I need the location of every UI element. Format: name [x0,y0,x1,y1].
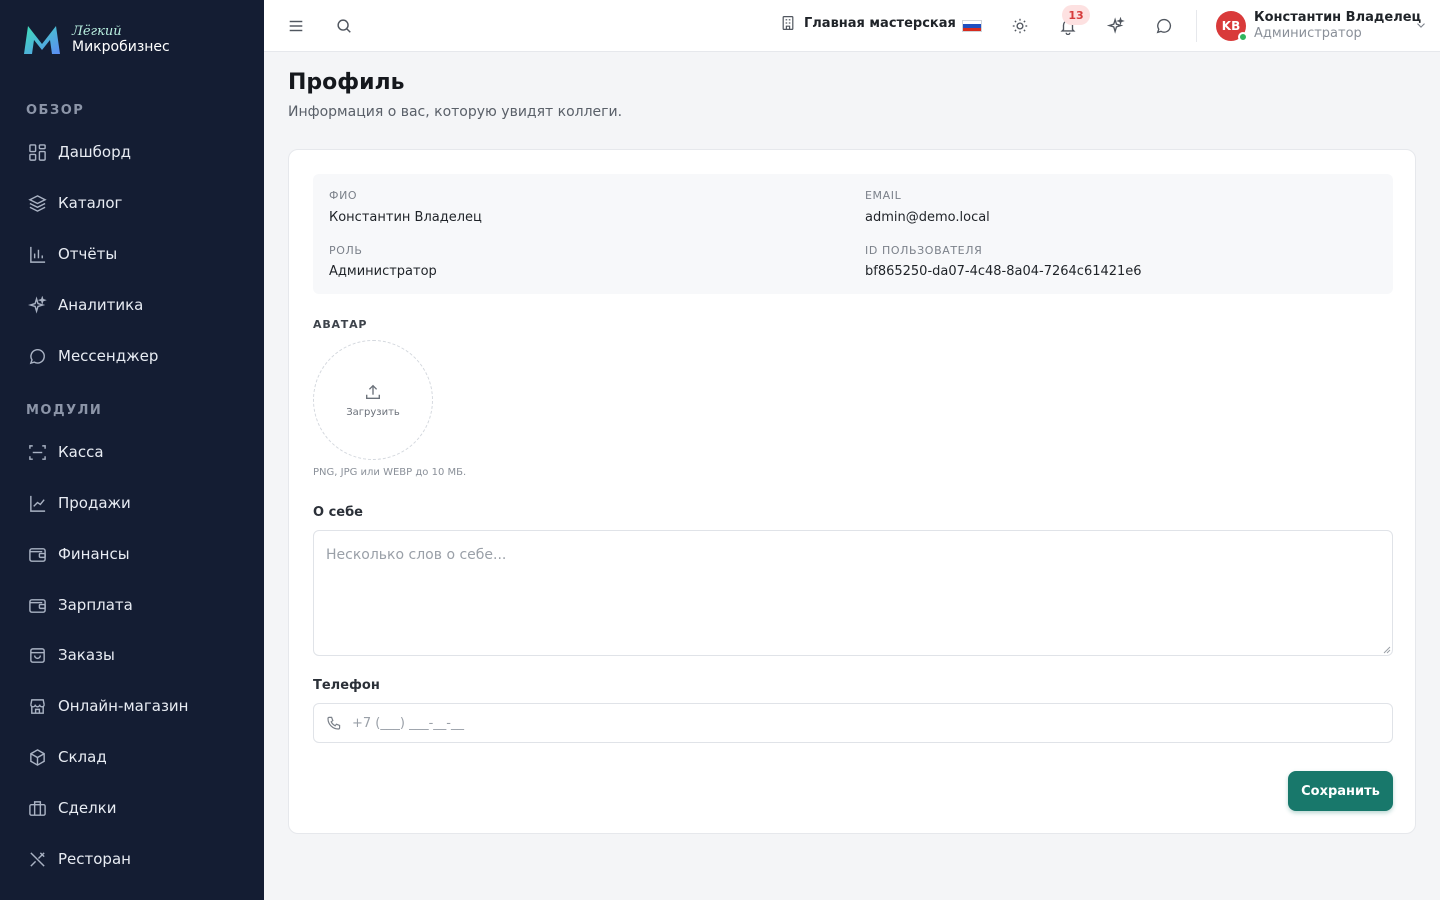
sidebar-item-label: Аналитика [58,296,144,314]
brand-logo[interactable]: Лёгкий Микробизнес [20,20,170,58]
bag-icon [26,644,48,666]
store-icon [26,695,48,717]
chat-icon [26,345,48,367]
sidebar-item-label: Продажи [58,494,131,512]
sidebar-item-salary[interactable]: Зарплата [26,587,246,623]
topbar-divider [1196,10,1197,42]
sidebar-item-orders[interactable]: Заказы [26,637,246,673]
full-name-value: Константин Владелец [329,210,482,225]
chevron-down-icon [1417,23,1425,28]
sidebar-item-label: Каталог [58,194,123,212]
sidebar-item-label: Заказы [58,646,115,664]
avatar: KB [1216,11,1248,42]
user-name: Константин Владелец [1254,10,1422,26]
catalog-icon [26,192,48,214]
sidebar-item-messenger[interactable]: Мессенджер [26,338,246,374]
sidebar-item-label: Сделки [58,799,117,817]
notification-count-badge: 13 [1062,5,1090,25]
profile-card: ФИО Константин Владелец EMAIL admin@demo… [288,149,1416,834]
logo-mark-icon [24,26,60,54]
topbar: Главная мастерская 13 KB Константин Влад… [264,0,1440,52]
page-title: Профиль [288,70,405,95]
trend-icon [26,492,48,514]
reports-icon [26,243,48,265]
dashboard-icon [26,141,48,163]
phone-icon [327,716,341,730]
sidebar-item-dashboard[interactable]: Дашборд [26,134,246,170]
chat-icon[interactable] [1152,14,1176,38]
sidebar-item-label: Дашборд [58,143,131,161]
section-label-overview: ОБЗОР [26,103,85,118]
box-icon [26,746,48,768]
sparkles-icon [26,294,48,316]
sidebar-item-reports[interactable]: Отчёты [26,236,246,272]
sidebar-item-restaurant[interactable]: Ресторан [26,841,246,877]
sidebar-item-cashier[interactable]: Касса [26,434,246,470]
avatar-initials: KB [1221,19,1241,33]
brand-tagline: Лёгкий [72,23,122,39]
profile-info-box: ФИО Константин Владелец EMAIL admin@demo… [313,174,1393,294]
sidebar-item-label: Ресторан [58,850,131,868]
section-label-modules: МОДУЛИ [26,403,103,418]
sidebar-item-analytics[interactable]: Аналитика [26,287,246,323]
phone-field [313,703,1393,743]
sidebar-item-label: Мессенджер [58,347,159,365]
sidebar-item-finance[interactable]: Финансы [26,536,246,572]
sidebar-item-label: Финансы [58,545,130,563]
sidebar-item-deals[interactable]: Сделки [26,790,246,826]
sidebar-item-label: Онлайн-магазин [58,697,189,715]
user-id-value: bf865250-da07-4c48-8a04-7264c61421e6 [865,264,1142,279]
briefcase-icon [26,797,48,819]
menu-icon[interactable] [284,14,308,38]
building-icon [782,16,794,30]
sidebar-item-label: Касса [58,443,104,461]
sidebar-item-sales[interactable]: Продажи [26,485,246,521]
theme-sun-icon[interactable] [1008,14,1032,38]
workshop-name: Главная мастерская [804,15,956,31]
sparkles-icon[interactable] [1104,14,1128,38]
avatar-upload-button[interactable]: Загрузить [313,340,433,460]
online-status-dot [1238,32,1248,42]
wallet-icon [26,594,48,616]
upload-hint: PNG, JPG или WEBP до 10 МБ. [313,467,467,478]
language-flag-ru[interactable] [962,20,982,32]
wallet-icon [26,543,48,565]
phone-input[interactable] [352,704,1382,742]
user-menu[interactable]: KB Константин Владелец Администратор [1216,9,1428,43]
about-label: О себе [313,505,363,520]
sidebar-item-warehouse[interactable]: Склад [26,739,246,775]
sidebar: Лёгкий Микробизнес ОБЗОР Дашборд Каталог… [0,0,264,900]
save-button[interactable]: Сохранить [1288,771,1393,811]
utensils-icon [26,848,48,870]
workshop-selector[interactable]: Главная мастерская [780,15,956,31]
user-role: Администратор [1254,26,1362,41]
email-label: EMAIL [865,189,902,202]
scan-icon [26,441,48,463]
role-value: Администратор [329,264,437,279]
search-icon[interactable] [332,14,356,38]
role-label: РОЛЬ [329,244,363,257]
sidebar-item-catalog[interactable]: Каталог [26,185,246,221]
sidebar-item-label: Отчёты [58,245,118,263]
full-name-label: ФИО [329,189,358,202]
page-subtitle: Информация о вас, которую увидят коллеги… [288,104,623,120]
user-id-label: ID ПОЛЬЗОВАТЕЛЯ [865,244,983,257]
upload-icon [366,384,380,399]
about-textarea[interactable] [313,530,1393,656]
sidebar-item-label: Зарплата [58,596,133,614]
brand-name: Микробизнес [72,38,170,55]
sidebar-item-label: Склад [58,748,107,766]
resize-handle-icon[interactable] [1383,646,1391,654]
upload-label: Загрузить [346,406,400,418]
avatar-section-label: АВАТАР [313,318,368,331]
sidebar-item-online-store[interactable]: Онлайн-магазин [26,688,246,724]
phone-label: Телефон [313,678,380,693]
email-value: admin@demo.local [865,210,990,225]
